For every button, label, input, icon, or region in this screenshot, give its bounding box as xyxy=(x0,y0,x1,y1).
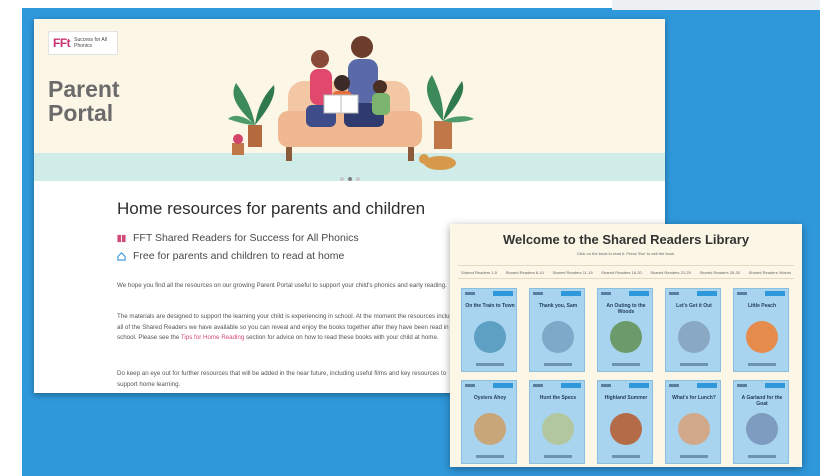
book-footer xyxy=(612,455,640,458)
book-title: What's for Lunch? xyxy=(672,395,716,401)
tab-shared-readers-26-30[interactable]: Shared Readers 26-30 xyxy=(696,266,742,278)
book-cover[interactable]: Little Peach xyxy=(733,288,789,372)
carousel-dot[interactable] xyxy=(356,177,360,181)
carousel-dots xyxy=(340,177,360,181)
grey-corner xyxy=(612,0,820,10)
book-series-mark xyxy=(533,292,543,295)
book-title: Let's Get it Out xyxy=(676,303,712,309)
book-title: On the Train to Town xyxy=(465,303,515,309)
hero-banner: FFt Success for All Phonics Parent Porta… xyxy=(34,19,665,181)
book-series-mark xyxy=(601,292,611,295)
book-series-mark xyxy=(533,384,543,387)
tab-shared-readers-21-25[interactable]: Shared Readers 21-25 xyxy=(647,266,693,278)
book-title: Little Peach xyxy=(747,303,777,309)
tab-shared-readers-1-5[interactable]: Shared Readers 1-5 xyxy=(458,266,500,278)
logo-mark: FFt xyxy=(53,36,71,50)
book-tag xyxy=(493,383,513,388)
tips-for-home-reading-link[interactable]: Tips for Home Reading xyxy=(181,334,244,341)
book-series-mark xyxy=(669,292,679,295)
family-reading-illustration xyxy=(228,36,474,170)
book-footer xyxy=(544,455,572,458)
logo-text: Success for All Phonics xyxy=(74,37,107,49)
tab-shared-readers-6-10[interactable]: Shared Readers 6-10 xyxy=(503,266,547,278)
book-footer xyxy=(748,455,776,458)
book-title: Highland Summer xyxy=(604,395,648,401)
library-tabs: Shared Readers 1-5 Shared Readers 6-10 S… xyxy=(458,265,794,279)
bullet-free-for-parents: Free for parents and children to read at… xyxy=(117,250,344,262)
materials-paragraph: The materials are designed to support th… xyxy=(117,312,457,344)
book-cover[interactable]: Highland Summer xyxy=(597,380,653,464)
shared-readers-library-card: Welcome to the Shared Readers Library Cl… xyxy=(450,224,802,467)
book-series-mark xyxy=(601,384,611,387)
book-footer xyxy=(680,455,708,458)
book-tag xyxy=(765,291,785,296)
book-tag xyxy=(629,291,649,296)
bullet-label: FFT Shared Readers for Success for All P… xyxy=(133,232,359,244)
book-series-mark xyxy=(465,384,475,387)
materials-text-b: section for advice on how to read these … xyxy=(244,334,439,341)
carousel-dot-active[interactable] xyxy=(348,177,352,181)
book-series-mark xyxy=(737,292,747,295)
section-heading: Home resources for parents and children xyxy=(117,199,426,218)
book-series-mark xyxy=(737,384,747,387)
carousel-dot[interactable] xyxy=(340,177,344,181)
library-subtitle: Click on the book to read it. Press 'Esc… xyxy=(576,251,676,256)
book-tag xyxy=(561,291,581,296)
book-series-mark xyxy=(669,384,679,387)
book-illustration xyxy=(678,413,710,445)
book-tag xyxy=(697,291,717,296)
book-tag xyxy=(629,383,649,388)
book-tag xyxy=(561,383,581,388)
page-title-line2: Portal xyxy=(48,100,114,126)
book-cover[interactable]: Let's Get it Out xyxy=(665,288,721,372)
book-title: A Garland for the Goat xyxy=(741,395,783,407)
book-illustration xyxy=(474,321,506,353)
book-cover[interactable]: Hunt the Specs xyxy=(529,380,585,464)
book-illustration xyxy=(746,413,778,445)
book-tag xyxy=(493,291,513,296)
library-title: Welcome to the Shared Readers Library xyxy=(502,232,750,247)
intro-paragraph: We hope you find all the resources on ou… xyxy=(117,282,447,289)
book-footer xyxy=(544,363,572,366)
book-cover[interactable]: What's for Lunch? xyxy=(665,380,721,464)
book-illustration xyxy=(474,413,506,445)
book-footer xyxy=(680,363,708,366)
book-cover[interactable]: An Outing to the Woods xyxy=(597,288,653,372)
book-cover[interactable]: Thank you, Sam xyxy=(529,288,585,372)
book-illustration xyxy=(542,413,574,445)
book-cover[interactable]: Oysters Ahoy xyxy=(461,380,517,464)
book-title: Thank you, Sam xyxy=(538,303,578,309)
page-title: Parent Portal xyxy=(48,77,120,125)
book-cover[interactable]: A Garland for the Goat xyxy=(733,380,789,464)
bullet-shared-readers: FFT Shared Readers for Success for All P… xyxy=(117,232,359,244)
book-cover[interactable]: On the Train to Town xyxy=(461,288,517,372)
book-grid: On the Train to Town Thank you, Sam An Out… xyxy=(461,288,791,464)
book-tag xyxy=(697,383,717,388)
home-icon xyxy=(117,251,126,261)
book-illustration xyxy=(746,321,778,353)
book-series-mark xyxy=(465,292,475,295)
book-footer xyxy=(748,363,776,366)
book-illustration xyxy=(610,413,642,445)
book-title: Oysters Ahoy xyxy=(473,395,507,401)
tab-shared-readers-11-15[interactable]: Shared Readers 11-15 xyxy=(550,266,596,278)
tab-shared-readers-16-20[interactable]: Shared Readers 16-20 xyxy=(598,266,644,278)
book-tag xyxy=(765,383,785,388)
future-resources-paragraph: Do keep an eye out for further resources… xyxy=(117,370,447,388)
fft-logo[interactable]: FFt Success for All Phonics xyxy=(48,31,118,55)
tab-shared-readers-videos[interactable]: Shared Readers Videos xyxy=(746,266,794,278)
book-icon xyxy=(117,234,126,242)
book-illustration xyxy=(610,321,642,353)
bullet-label: Free for parents and children to read at… xyxy=(133,250,345,262)
book-illustration xyxy=(678,321,710,353)
book-illustration xyxy=(542,321,574,353)
book-footer xyxy=(612,363,640,366)
book-title: Hunt the Specs xyxy=(539,395,577,401)
page-title-line1: Parent xyxy=(48,76,120,102)
book-title: An Outing to the Woods xyxy=(606,303,646,315)
book-footer xyxy=(476,455,504,458)
book-footer xyxy=(476,363,504,366)
